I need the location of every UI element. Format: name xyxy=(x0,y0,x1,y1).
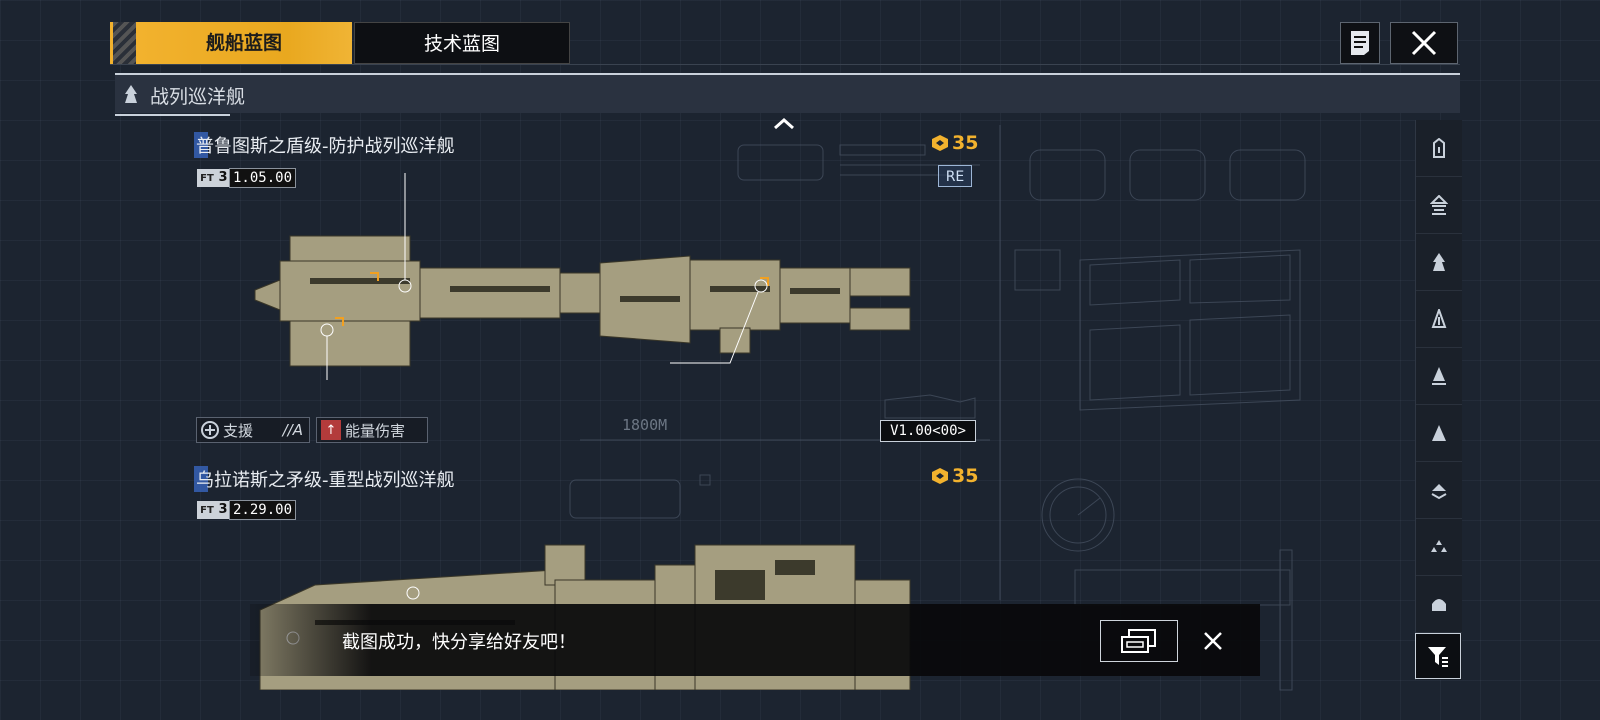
battlecruiser-icon xyxy=(125,85,137,103)
cost-indicator: 35 xyxy=(931,132,978,154)
version-logo-icon: FT xyxy=(197,501,217,519)
version-number: 2.29.00 xyxy=(229,500,297,520)
top-bar-divider xyxy=(110,64,1460,65)
blueprint-version: V1.00<00> xyxy=(880,420,976,442)
document-button[interactable] xyxy=(1340,22,1380,64)
filter-base[interactable] xyxy=(1416,576,1462,633)
role-tag: 支援 //A xyxy=(196,417,310,443)
role-label: 支援 xyxy=(223,421,254,440)
filter-button[interactable] xyxy=(1415,633,1461,679)
close-icon xyxy=(1411,30,1437,56)
battleship-icon xyxy=(1431,484,1447,500)
toast-close-button[interactable] xyxy=(1198,626,1228,656)
damage-type-label: 能量伤害 xyxy=(345,421,406,440)
cruiser-icon xyxy=(1433,253,1445,271)
cost-indicator: 35 xyxy=(931,465,978,487)
filter-frigate[interactable] xyxy=(1416,120,1462,177)
ship-type-sidebar xyxy=(1415,120,1462,680)
auxiliary-icon xyxy=(1432,367,1446,385)
scroll-up-icon[interactable] xyxy=(772,114,796,134)
category-underline xyxy=(115,114,230,116)
support-icon xyxy=(201,421,219,439)
toast-message: 截图成功，快分享给好友吧！ xyxy=(342,632,576,653)
version-tier: 3 xyxy=(217,169,229,187)
tab-tech-blueprint[interactable]: 技术蓝图 xyxy=(354,22,570,64)
share-icon xyxy=(1121,629,1156,653)
filter-icon xyxy=(1428,647,1448,667)
version-tag: FT 3 2.29.00 xyxy=(197,500,297,520)
screenshot-toast: 截图成功，快分享给好友吧！ xyxy=(250,604,1260,676)
filter-auxiliary[interactable] xyxy=(1416,348,1462,405)
filter-battleship[interactable] xyxy=(1416,462,1462,519)
energy-damage-icon: ↑ xyxy=(321,420,341,440)
document-icon xyxy=(1351,31,1369,55)
filter-battlecruiser[interactable] xyxy=(1416,291,1462,348)
battlecruiser-icon xyxy=(1431,309,1447,328)
role-grade: //A xyxy=(282,421,303,439)
filter-destroyer[interactable] xyxy=(1416,177,1462,234)
category-header: 战列巡洋舰 xyxy=(115,73,1460,113)
command-point-icon xyxy=(932,135,948,151)
ship-name[interactable]: 乌拉诺斯之矛级-重型战列巡洋舰 xyxy=(194,466,455,492)
version-logo-icon: FT xyxy=(197,169,217,187)
close-icon xyxy=(1204,632,1222,650)
top-bar: 舰船蓝图 技术蓝图 xyxy=(110,22,1460,66)
squadron-icon xyxy=(1431,540,1447,552)
tab-ship-blueprint[interactable]: 舰船蓝图 xyxy=(136,22,352,64)
share-button[interactable] xyxy=(1100,620,1178,662)
filter-cruiser[interactable] xyxy=(1416,234,1462,291)
tab-decor-stripe xyxy=(110,22,136,64)
close-button[interactable] xyxy=(1390,22,1458,64)
ship-model-image[interactable] xyxy=(250,168,920,383)
destroyer-icon xyxy=(1430,195,1448,215)
cost-value: 35 xyxy=(952,132,979,154)
filter-squadron[interactable] xyxy=(1416,519,1462,576)
ship-name[interactable]: 普鲁图斯之盾级-防护战列巡洋舰 xyxy=(194,132,455,158)
frigate-icon xyxy=(1433,138,1445,158)
ship-length: 1800M xyxy=(622,416,668,434)
version-tier: 3 xyxy=(217,501,229,519)
category-title: 战列巡洋舰 xyxy=(150,86,246,108)
base-icon xyxy=(1432,599,1446,611)
damage-type-tag: ↑ 能量伤害 xyxy=(316,417,428,443)
cost-value: 35 xyxy=(952,465,979,487)
re-badge: RE xyxy=(938,165,972,187)
command-point-icon xyxy=(932,468,948,484)
filter-carrier[interactable] xyxy=(1416,405,1462,462)
carrier-icon xyxy=(1432,425,1446,441)
